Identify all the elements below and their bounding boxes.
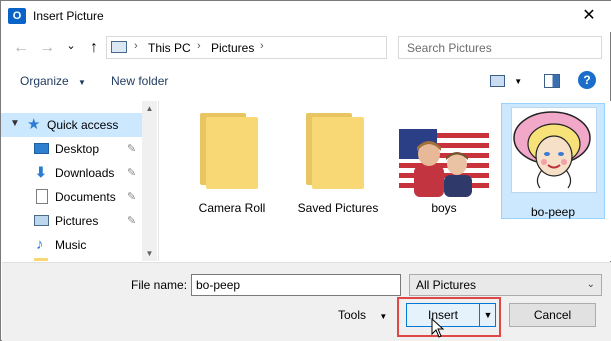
back-arrow-icon[interactable]: ← xyxy=(11,38,31,58)
chevron-down-icon: ▼ xyxy=(78,78,86,87)
sidebar-scrollbar[interactable]: ▲ ▼ xyxy=(142,101,157,261)
sidebar-item-documents[interactable]: Documents ✎ xyxy=(1,185,157,209)
folder-front xyxy=(312,117,364,189)
file-type-value: All Pictures xyxy=(416,278,477,292)
scroll-up-icon[interactable]: ▲ xyxy=(142,101,157,116)
breadcrumb-this-pc[interactable]: This PC xyxy=(148,41,191,55)
cancel-button[interactable]: Cancel xyxy=(509,303,596,327)
sidebar-item-downloads[interactable]: ⬇ Downloads ✎ xyxy=(1,161,157,185)
star-icon: ★ xyxy=(27,116,41,133)
tools-button[interactable]: Tools ▼ xyxy=(338,308,387,322)
change-view-button[interactable]: ▼ xyxy=(488,71,524,89)
new-folder-button[interactable]: New folder xyxy=(111,74,168,88)
window-title: Insert Picture xyxy=(33,9,104,23)
scroll-down-icon[interactable]: ▼ xyxy=(142,246,157,261)
chevron-down-icon: ▼ xyxy=(379,312,388,321)
sidebar-item-label: Pictures xyxy=(55,214,99,228)
folder-front xyxy=(206,117,258,189)
breadcrumb-separator-icon[interactable]: › xyxy=(260,40,264,52)
navigation-pane: ▼ ★ Quick access Desktop ✎ ⬇ Downloads ✎… xyxy=(1,101,157,261)
help-icon[interactable]: ? xyxy=(578,71,596,89)
tools-label: Tools xyxy=(338,308,367,322)
filename-label: File name: xyxy=(131,278,188,292)
organize-label: Organize xyxy=(20,74,69,88)
sidebar-item-pictures[interactable]: Pictures ✎ xyxy=(1,209,157,233)
insert-picture-dialog: O Insert Picture ✕ ← → ⌄ ↑ › This PC › P… xyxy=(0,0,611,341)
chevron-down-icon: ▼ xyxy=(514,77,523,86)
boys-photo-image xyxy=(399,129,489,197)
insert-split-button[interactable]: Insert ▼ xyxy=(406,303,496,327)
file-item-bo-peep[interactable]: bo-peep xyxy=(501,103,605,219)
pin-icon: ✎ xyxy=(127,215,137,227)
pin-icon: ✎ xyxy=(127,143,137,155)
up-arrow-icon[interactable]: ↑ xyxy=(84,38,104,58)
insert-dropdown-icon[interactable]: ▼ xyxy=(480,304,496,326)
file-name: Camera Roll xyxy=(198,201,266,215)
file-list: Camera Roll Saved Pictures boys bo-peep xyxy=(158,101,611,261)
sidebar-item-quick-access[interactable]: ▼ ★ Quick access xyxy=(1,113,157,137)
sidebar-item-label: Music xyxy=(55,238,87,252)
forward-arrow-icon[interactable]: → xyxy=(37,38,57,58)
photo-thumbnail xyxy=(399,129,489,197)
search-placeholder: Search Pictures xyxy=(407,41,492,55)
breadcrumb-pictures[interactable]: Pictures xyxy=(211,41,254,55)
filename-input[interactable]: bo-peep xyxy=(191,274,401,296)
sidebar-item-label: Documents xyxy=(55,190,116,204)
sidebar-item-label: Quick access xyxy=(47,118,119,132)
address-bar[interactable]: › This PC › Pictures › ⌄ ↻ xyxy=(106,36,483,59)
pin-icon: ✎ xyxy=(127,191,137,203)
file-item-saved-pictures[interactable]: Saved Pictures xyxy=(293,105,383,223)
this-pc-icon xyxy=(111,41,127,53)
breadcrumb-separator-icon[interactable]: › xyxy=(134,40,138,52)
file-name: Saved Pictures xyxy=(297,201,379,215)
file-item-camera-roll[interactable]: Camera Roll xyxy=(187,105,277,223)
pin-icon: ✎ xyxy=(127,167,137,179)
preview-pane-icon xyxy=(544,73,560,88)
bo-peep-image xyxy=(513,111,591,189)
sidebar-item-label: Downloads xyxy=(55,166,115,180)
chevron-down-icon[interactable]: ▼ xyxy=(10,118,20,129)
file-name: bo-peep xyxy=(530,205,576,219)
pictures-icon xyxy=(34,215,49,226)
folder-icon xyxy=(34,258,48,261)
title-bar: O Insert Picture ✕ xyxy=(1,1,611,32)
music-icon: ♪ xyxy=(36,236,44,253)
file-dialog-footer: File name: bo-peep All Pictures ⌄ Tools … xyxy=(2,262,611,341)
document-icon xyxy=(36,189,48,204)
breadcrumb-separator-icon[interactable]: › xyxy=(197,40,201,52)
preview-pane-button[interactable] xyxy=(543,71,561,89)
close-button[interactable]: ✕ xyxy=(573,4,605,28)
sidebar-item-music[interactable]: ♪ Music xyxy=(1,233,157,257)
sidebar-item-label: Desktop xyxy=(55,142,100,156)
view-icon xyxy=(489,74,505,87)
organize-button[interactable]: Organize ▼ xyxy=(20,74,86,88)
download-icon: ⬇ xyxy=(35,164,47,180)
desktop-icon xyxy=(34,143,49,154)
chevron-down-icon: ⌄ xyxy=(586,279,595,290)
mouse-cursor-icon xyxy=(431,318,445,338)
recent-locations-icon[interactable]: ⌄ xyxy=(61,36,81,56)
file-type-select[interactable]: All Pictures ⌄ xyxy=(409,274,602,296)
file-item-boys[interactable]: boys xyxy=(399,105,489,223)
outlook-icon: O xyxy=(8,8,26,24)
sidebar-item-desktop[interactable]: Desktop ✎ xyxy=(1,137,157,161)
search-input[interactable]: Search Pictures xyxy=(398,36,602,59)
photo-thumbnail xyxy=(511,107,597,193)
file-name: boys xyxy=(431,201,457,215)
